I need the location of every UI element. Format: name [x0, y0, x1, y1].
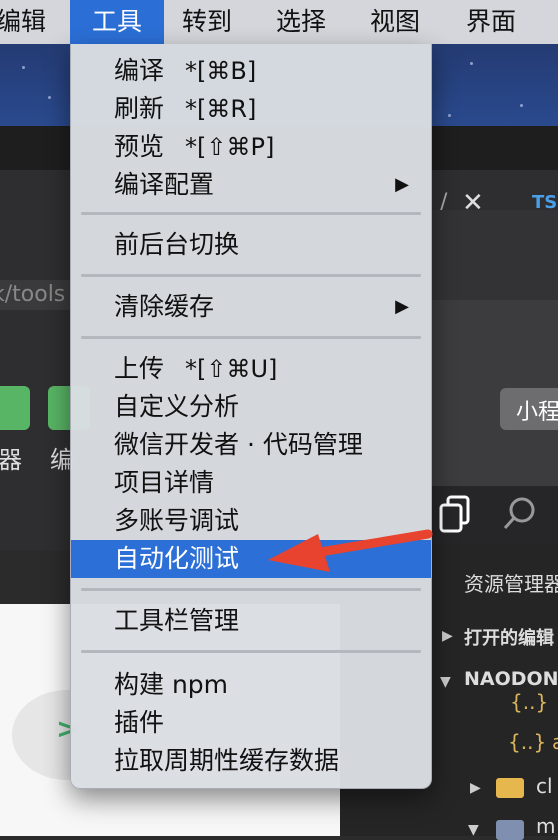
tools-menu: 编译 *[⌘B] 刷新 *[⌘R] 预览 *[⇧⌘P] 编译配置 ▶ 前后台切换… [70, 44, 432, 789]
open-editors-section[interactable]: 打开的编辑 [464, 624, 554, 650]
mini-program-label: 小程 [516, 400, 558, 425]
menu-item-compile[interactable]: 编译 *[⌘B] [71, 52, 431, 90]
menu-item-build-npm[interactable]: 构建 npm [71, 666, 431, 704]
folder-cl[interactable]: cl [536, 774, 553, 798]
menu-item-label: 构建 npm [114, 670, 229, 699]
folder-icon [496, 820, 524, 840]
editor-header [430, 210, 558, 300]
submenu-arrow-icon: ▶ [395, 296, 409, 317]
menu-item-label: 工具栏管理 [114, 606, 240, 635]
menu-item-label: 微信开发者 · 代码管理 [114, 430, 363, 459]
menu-separator [81, 274, 421, 277]
menu-separator [81, 212, 421, 215]
simulator-button-icon[interactable] [0, 386, 30, 430]
menu-item-plugins[interactable]: 插件 [71, 704, 431, 742]
submenu-arrow-icon: ▶ [395, 174, 409, 195]
menu-item-toolbar-management[interactable]: 工具栏管理 [71, 602, 431, 640]
folder-icon [496, 778, 524, 798]
explorer-title: 资源管理器 [464, 572, 558, 596]
menu-item-label: 插件 [114, 708, 165, 737]
menu-bar: 编辑 工具 转到 选择 视图 界面 [0, 0, 558, 45]
menu-select[interactable]: 选择 [276, 0, 326, 44]
menu-item-label: 预览 [114, 132, 165, 161]
menu-view[interactable]: 视图 [370, 0, 420, 44]
menu-item-code-management[interactable]: 微信开发者 · 代码管理 [71, 426, 431, 464]
menu-separator [81, 650, 421, 653]
path-fragment: k/tools [0, 282, 66, 307]
menu-item-preview[interactable]: 预览 *[⇧⌘P] [71, 128, 431, 166]
menu-edit[interactable]: 编辑 [0, 0, 62, 44]
shortcut-label: *[⌘B] [185, 57, 257, 85]
menu-separator [81, 336, 421, 339]
shortcut-label: *[⇧⌘P] [185, 133, 275, 161]
menu-item-label: 拉取周期性缓存数据 [114, 746, 340, 775]
menu-tools[interactable]: 工具 [70, 0, 164, 44]
menu-item-compile-config[interactable]: 编译配置 ▶ [71, 166, 431, 204]
menu-item-refresh[interactable]: 刷新 *[⌘R] [71, 90, 431, 128]
menu-item-label: 自动化测试 [114, 544, 240, 573]
json-file-name[interactable]: a [552, 730, 558, 754]
menu-item-label: 刷新 [114, 94, 165, 123]
menu-item-label: 编译配置 [114, 170, 215, 199]
project-section[interactable]: NAODON [464, 668, 558, 690]
menu-item-label: 项目详情 [114, 468, 215, 497]
menu-item-upload[interactable]: 上传 *[⇧⌘U] [71, 350, 431, 388]
search-icon[interactable] [500, 494, 538, 534]
folder-m[interactable]: m [536, 814, 555, 838]
menu-item-multi-account-debug[interactable]: 多账号调试 [71, 502, 431, 540]
chevron-right-icon[interactable]: ▶ [470, 780, 481, 796]
menu-item-label: 上传 [114, 354, 165, 383]
shortcut-label: *[⌘R] [185, 95, 257, 123]
menu-interface[interactable]: 界面 [466, 0, 516, 44]
chevron-right-icon[interactable]: ▶ [442, 628, 453, 644]
menu-item-clear-cache[interactable]: 清除缓存 ▶ [71, 288, 431, 326]
simulator-label: 器 [0, 446, 22, 474]
menu-goto[interactable]: 转到 [182, 0, 232, 44]
menu-item-label: 前后台切换 [114, 230, 240, 259]
menu-item-automated-test[interactable]: 自动化测试 [71, 540, 431, 578]
json-file-icon: {..} [508, 730, 547, 754]
copy-icon[interactable] [438, 494, 474, 534]
menu-item-fetch-periodic-cache[interactable]: 拉取周期性缓存数据 [71, 742, 431, 780]
menu-item-project-details[interactable]: 项目详情 [71, 464, 431, 502]
left-panel [0, 170, 70, 550]
menu-separator [81, 588, 421, 591]
menu-item-label: 清除缓存 [114, 292, 215, 321]
menu-item-label: 多账号调试 [114, 506, 240, 535]
menu-item-custom-analysis[interactable]: 自定义分析 [71, 388, 431, 426]
json-file-icon: {..} [510, 690, 549, 714]
menu-item-label: 自定义分析 [114, 392, 240, 421]
shortcut-label: *[⇧⌘U] [185, 355, 278, 383]
menu-item-label: 编译 [114, 56, 165, 85]
menu-item-foreground-background[interactable]: 前后台切换 [71, 226, 431, 264]
chevron-down-icon[interactable]: ▼ [440, 674, 451, 690]
